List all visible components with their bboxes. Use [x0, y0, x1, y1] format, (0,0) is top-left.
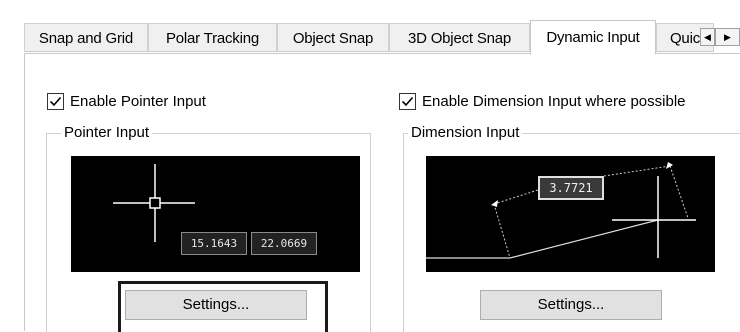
checkmark-icon [49, 96, 62, 106]
settings-button-highlight [118, 281, 328, 332]
tab-snap-and-grid[interactable]: Snap and Grid [24, 23, 148, 52]
dimension-value-input[interactable]: 3.7721 [538, 176, 604, 200]
pointer-coord-x-tooltip: 15.1643 [181, 232, 247, 255]
enable-pointer-input-checkbox[interactable] [47, 92, 64, 110]
checkmark-icon [401, 96, 414, 106]
pointer-input-group-label: Pointer Input [61, 124, 153, 142]
tab-scroll-left-icon[interactable]: ◀ [700, 28, 715, 46]
pointer-coord-y-tooltip: 22.0669 [251, 232, 317, 255]
dimension-settings-button[interactable]: Settings... [480, 290, 662, 320]
enable-dimension-input-checkbox[interactable] [399, 92, 416, 110]
pointer-input-preview: 15.1643 22.0669 [71, 156, 360, 272]
enable-dimension-input-row[interactable]: Enable Dimension Input where possible [399, 91, 686, 111]
dimension-input-group-label: Dimension Input [408, 124, 523, 142]
dimension-input-preview: 3.7721 [426, 156, 715, 272]
tab-dynamic-input[interactable]: Dynamic Input [530, 20, 656, 55]
enable-dimension-input-label: Enable Dimension Input where possible [422, 92, 686, 110]
dimension-input-group: Dimension Input 3.7721 Settings... [403, 124, 740, 332]
tab-3d-object-snap[interactable]: 3D Object Snap [389, 23, 530, 52]
tab-polar-tracking[interactable]: Polar Tracking [148, 23, 277, 52]
tab-strip: Snap and Grid Polar Tracking Object Snap… [24, 20, 740, 55]
tab-scroll-right-icon[interactable]: ▶ [715, 28, 740, 46]
tab-object-snap[interactable]: Object Snap [277, 23, 389, 52]
dimension-preview-graphic-icon [426, 162, 696, 259]
enable-pointer-input-row[interactable]: Enable Pointer Input [47, 91, 206, 111]
dynamic-input-panel: Enable Pointer Input Enable Dimension In… [24, 53, 740, 332]
enable-pointer-input-label: Enable Pointer Input [70, 92, 206, 110]
